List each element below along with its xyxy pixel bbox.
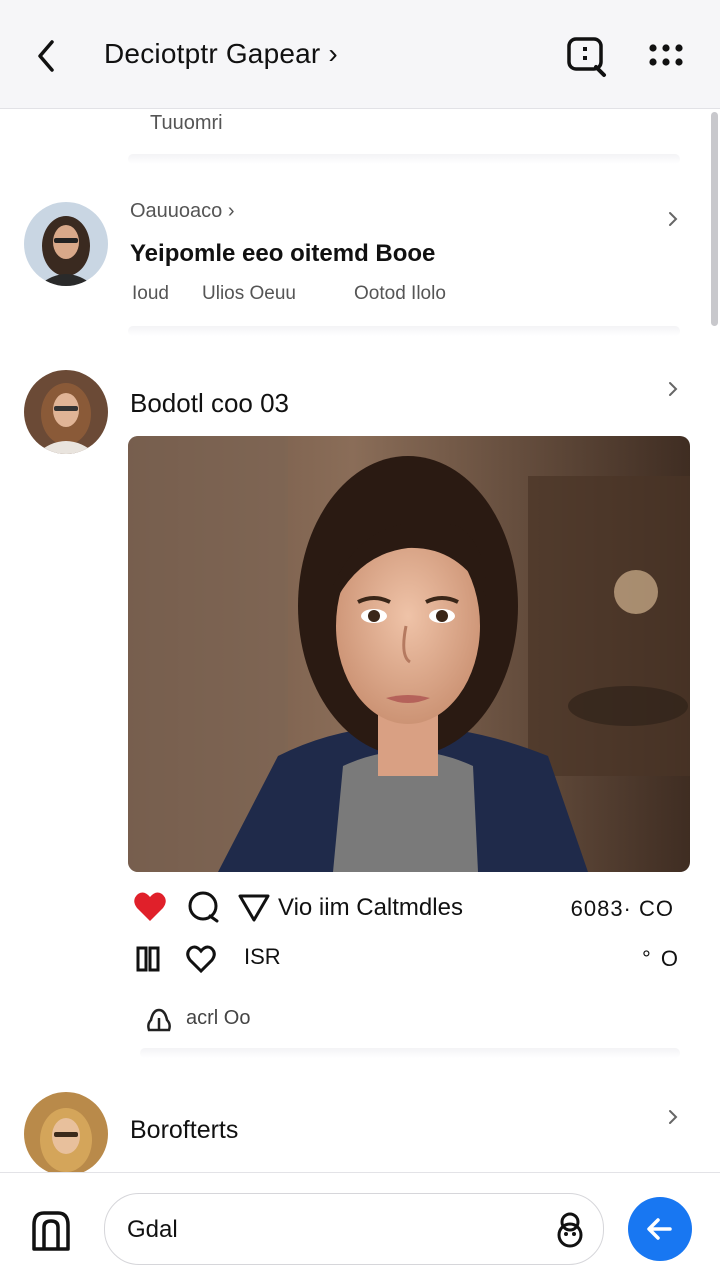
action-count: 6083· CO	[570, 896, 674, 921]
message-input[interactable]	[125, 1212, 529, 1248]
face-button[interactable]	[551, 1210, 589, 1248]
avatar[interactable]	[24, 202, 108, 286]
bag-icon	[32, 1211, 70, 1251]
avatar-image	[24, 370, 108, 454]
search-button[interactable]	[566, 36, 608, 78]
item-title[interactable]: Yeipomle eeo oitemd Booe	[130, 240, 435, 268]
avatar[interactable]	[24, 370, 108, 454]
share-icon[interactable]	[236, 889, 272, 925]
avatar-image	[24, 1092, 108, 1176]
post-stats: ISR ° O	[128, 940, 688, 980]
scrollbar[interactable]	[708, 108, 720, 1172]
item-meta-3: Ootod Ilolo	[354, 283, 446, 304]
chevron-right-icon[interactable]	[662, 378, 684, 400]
avatar-image	[24, 202, 108, 286]
app-header: Deciotptr Gapear ›	[0, 0, 720, 109]
more-options-button[interactable]	[644, 36, 688, 76]
send-button[interactable]	[628, 1197, 692, 1261]
divider	[128, 326, 680, 336]
heart-icon[interactable]	[132, 889, 168, 925]
page-title[interactable]: Deciotptr Gapear ›	[104, 38, 338, 70]
send-arrow-icon	[647, 1218, 672, 1240]
post-author[interactable]: Bodotl coo 03	[130, 388, 289, 419]
next-item-author[interactable]: Borofterts	[130, 1116, 238, 1145]
comment-icon[interactable]	[186, 889, 222, 925]
bag-button[interactable]	[26, 1205, 76, 1255]
back-arrow-icon	[38, 40, 54, 72]
face-icon	[557, 1212, 583, 1248]
divider	[128, 154, 680, 164]
more-icon	[649, 44, 683, 66]
back-button[interactable]	[28, 36, 64, 76]
divider	[140, 1048, 680, 1058]
item-meta-1: Ioud	[132, 283, 169, 304]
post-actions: Vio iim Caltmdles 6083· CO	[128, 884, 688, 930]
post-photo[interactable]	[128, 436, 690, 872]
bookmark-icon[interactable]	[134, 944, 162, 974]
item-subtitle[interactable]: Oauuoaco ›	[130, 200, 235, 223]
composer-bar	[0, 1172, 720, 1281]
reaction-icon[interactable]	[144, 1006, 174, 1034]
post-image	[128, 436, 690, 872]
action-label[interactable]: Vio iim Caltmdles	[278, 894, 463, 922]
item-meta-2: Ulios Oeuu	[202, 283, 296, 304]
chevron-right-icon[interactable]	[662, 208, 684, 230]
message-input-wrapper[interactable]	[104, 1193, 604, 1265]
avatar[interactable]	[24, 1092, 108, 1176]
previous-item-label[interactable]: Tuuomri	[150, 112, 223, 135]
chevron-right-icon[interactable]	[662, 1106, 684, 1128]
search-icon	[567, 37, 606, 77]
tertiary-label: acrl Oo	[186, 1007, 251, 1029]
secondary-count: ° O	[641, 946, 680, 971]
scrollbar-thumb[interactable]	[711, 112, 718, 326]
like-outline-icon[interactable]	[186, 944, 216, 974]
secondary-label: ISR	[244, 944, 281, 969]
